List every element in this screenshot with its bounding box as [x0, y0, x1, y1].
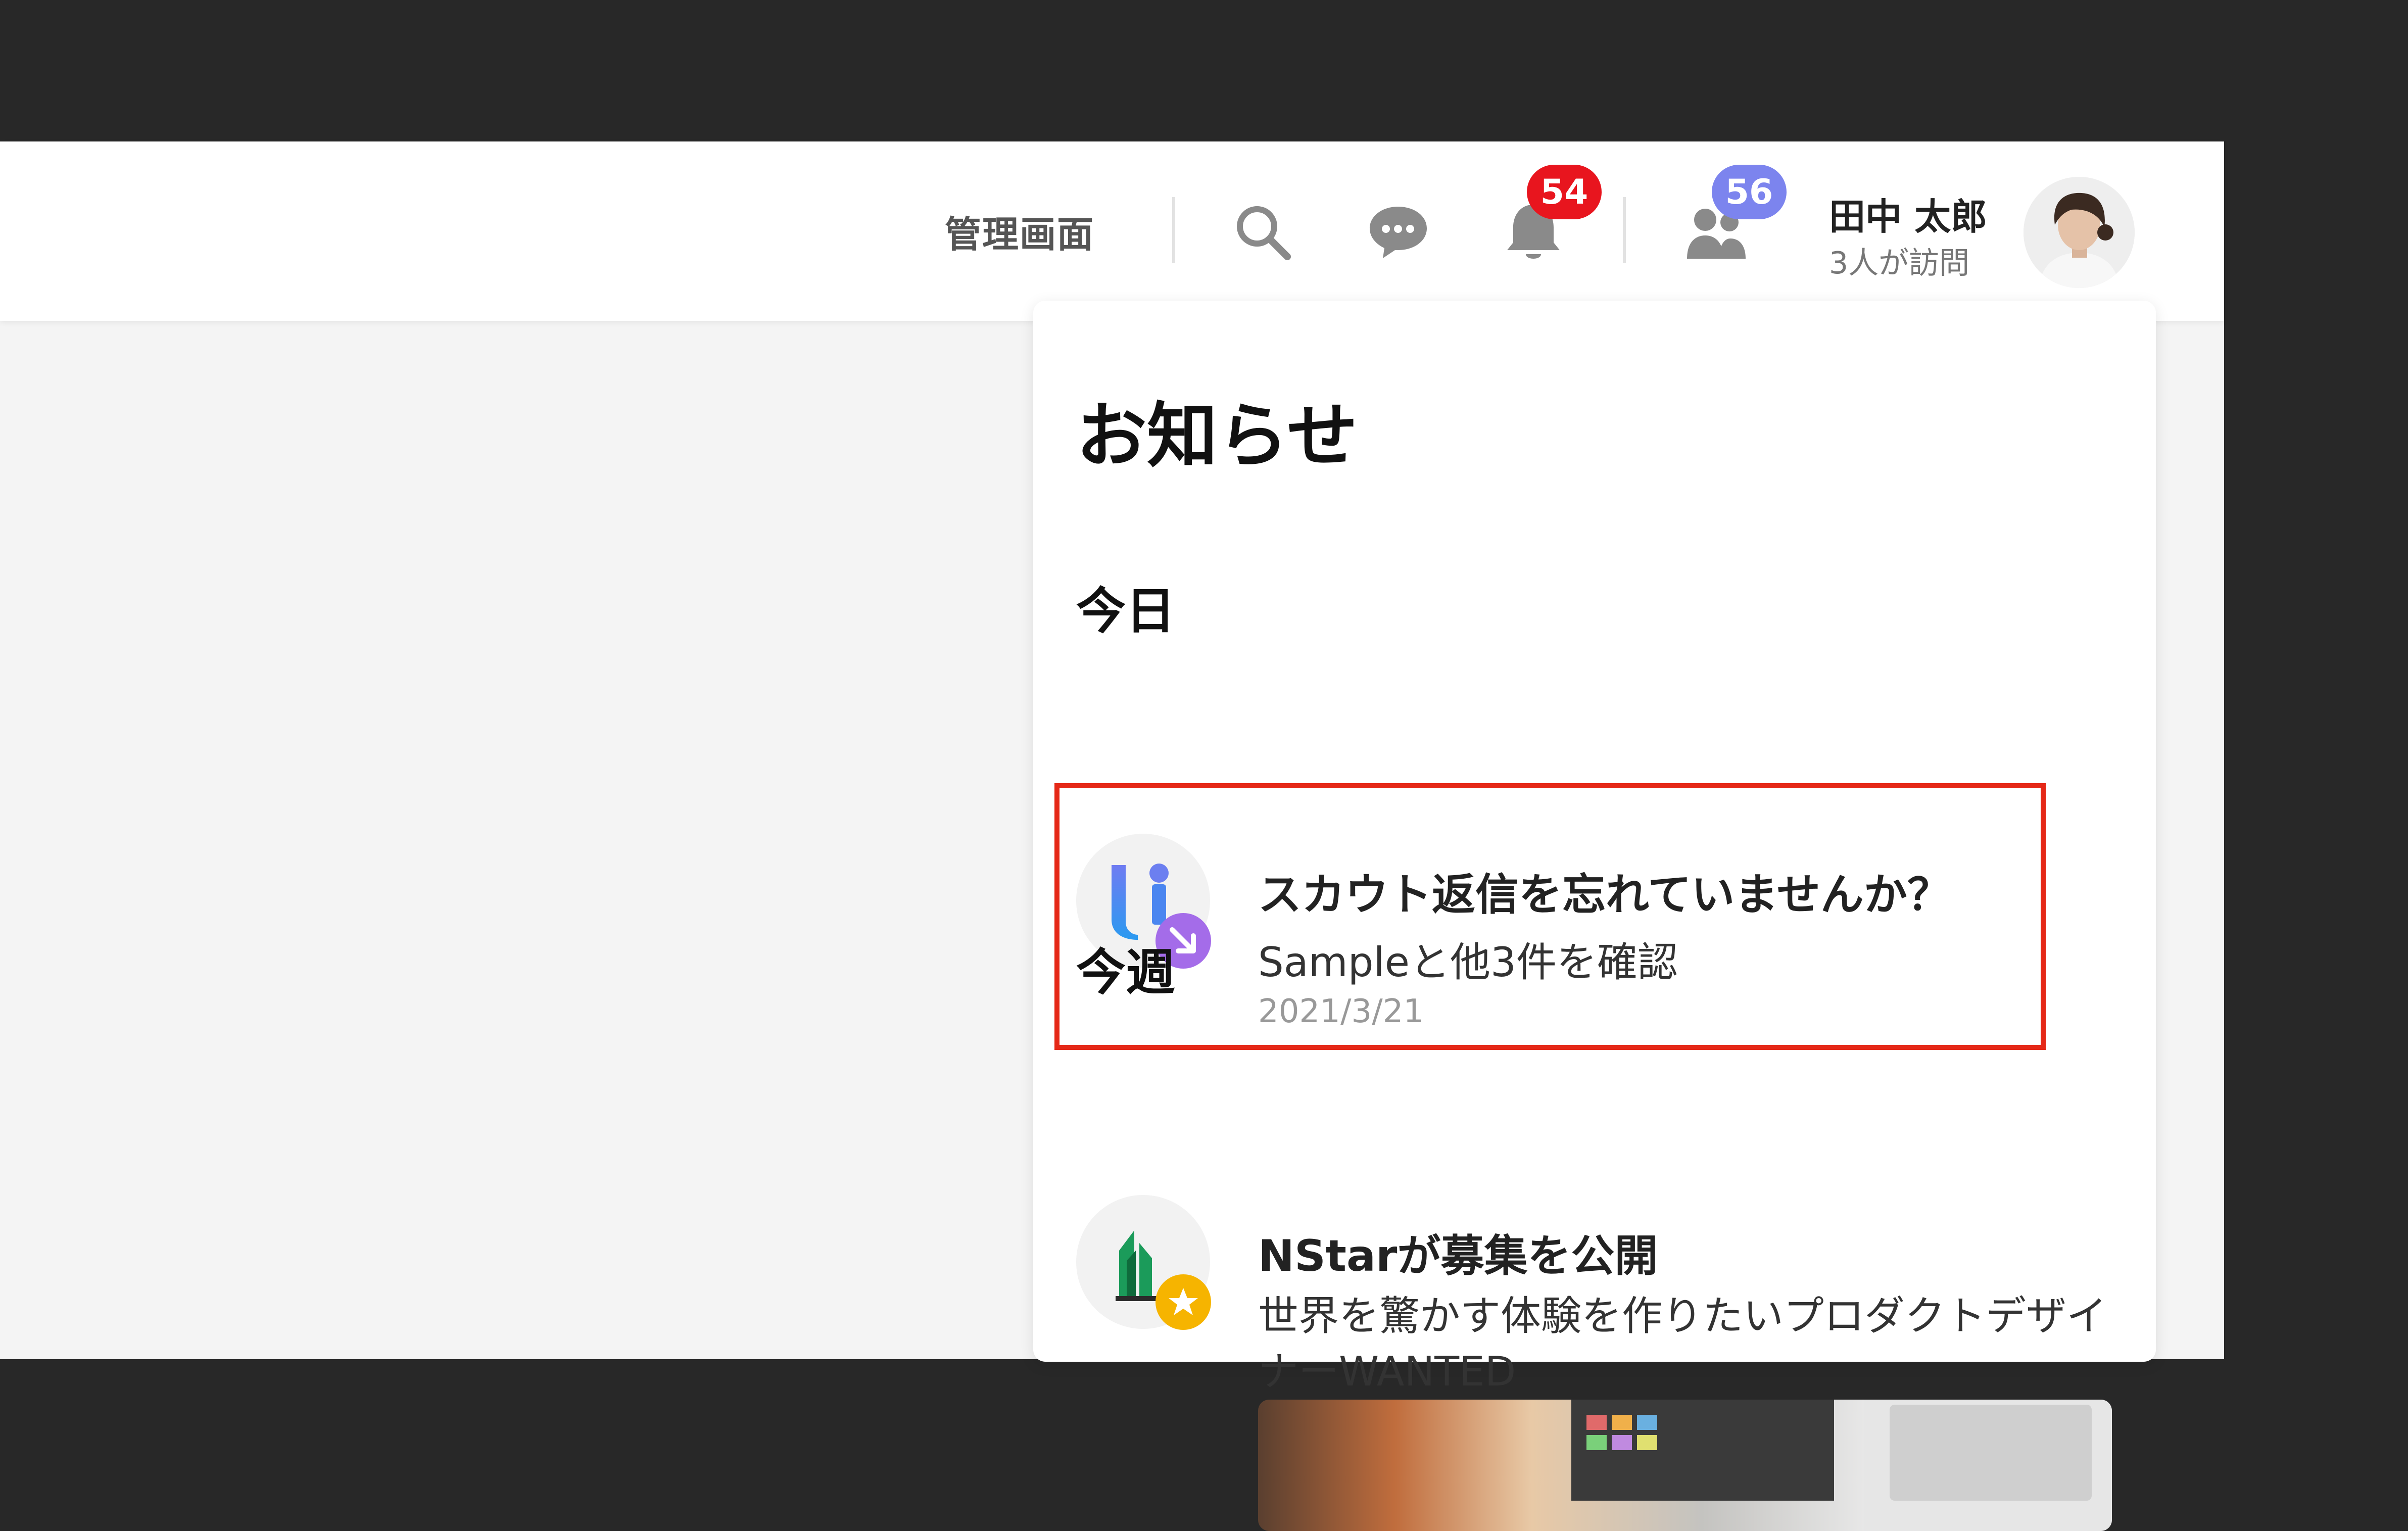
app-screen: 管理画面 54 56 田中 太郎 3人が訪問 お知らせ 今日 スカウト返信を忘れ…: [0, 141, 2224, 1531]
user-name[interactable]: 田中 太郎: [1829, 187, 1987, 240]
header-divider: [1623, 197, 1626, 263]
notification-title: NStarが募集を公開: [1258, 1231, 1658, 1281]
notification-subtitle-line2: ナーWANTED: [1258, 1348, 1516, 1395]
job-post-thumbnail[interactable]: [1258, 1400, 2112, 1531]
panel-title: お知らせ: [1076, 395, 1358, 477]
section-label-this-week: 今週: [1076, 944, 1176, 1001]
visitors-count-badge: 56: [1712, 165, 1787, 219]
section-label-today: 今日: [1076, 583, 1176, 640]
visitor-count-text: 3人が訪問: [1829, 246, 1970, 281]
chat-bubble-icon[interactable]: [1367, 200, 1430, 263]
highlight-box: [1054, 783, 2046, 1050]
notifications-panel: お知らせ 今日 スカウト返信を忘れていませんか？ Sampleと他3件を確認 2…: [1033, 301, 2156, 1531]
company-logo: [1076, 1195, 1211, 1330]
notification-subtitle-line1: 世界を驚かす体験を作りたいプロダクトデザイ: [1258, 1293, 2107, 1339]
header-divider: [1172, 197, 1175, 263]
admin-link[interactable]: 管理画面: [945, 205, 1094, 258]
avatar[interactable]: [2024, 177, 2135, 288]
top-header: 管理画面 54 56 田中 太郎 3人が訪問: [0, 141, 2224, 321]
notification-count-badge: 54: [1527, 165, 1602, 219]
search-icon[interactable]: [1233, 202, 1293, 263]
